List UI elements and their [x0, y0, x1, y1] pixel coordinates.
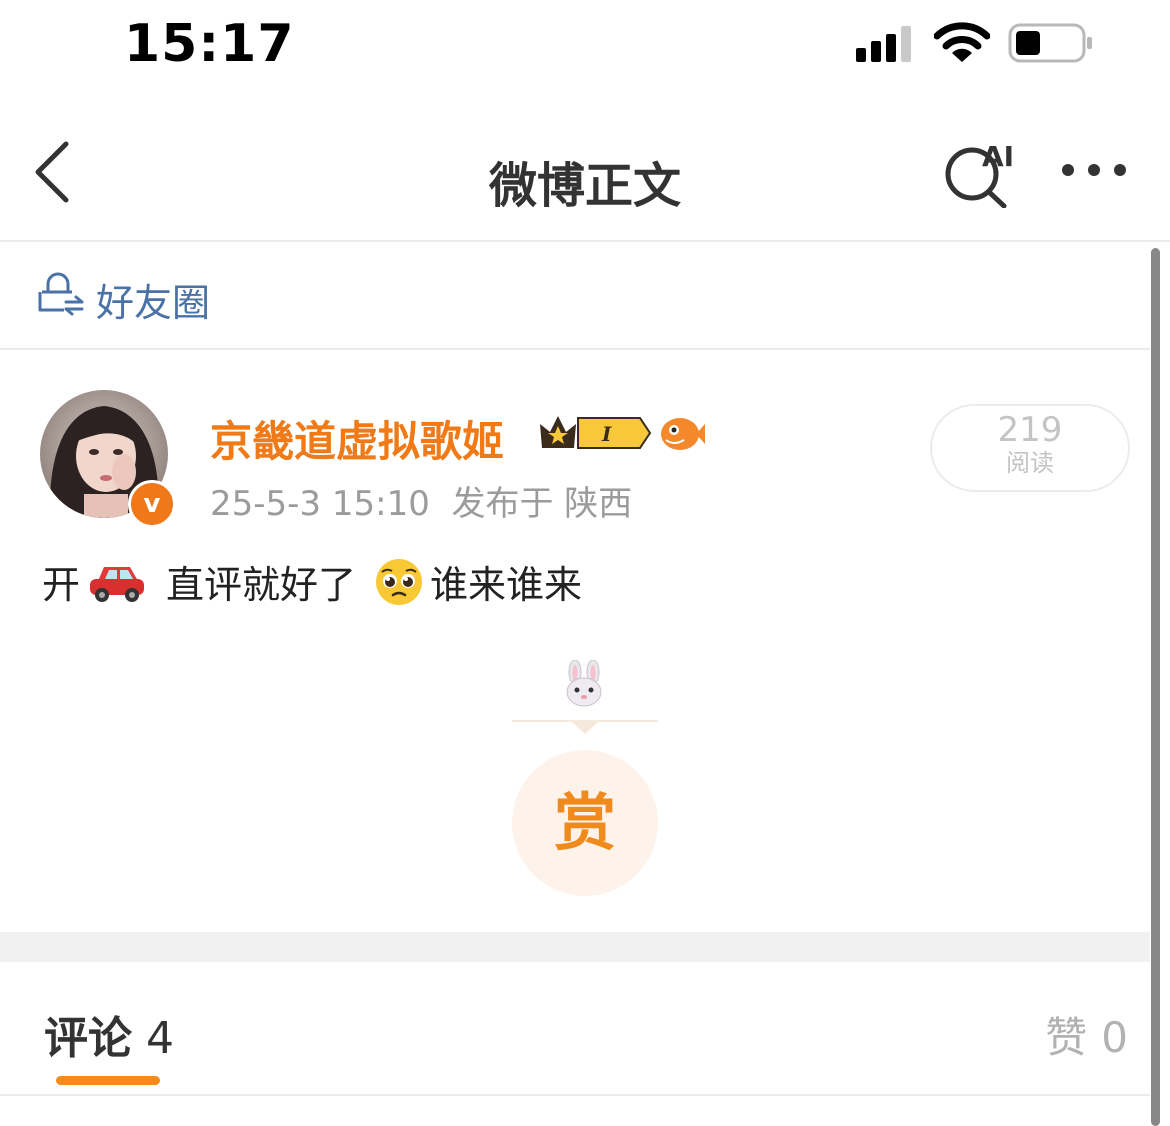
reward-button[interactable]: 赏 — [512, 750, 658, 896]
rabbit-icon — [566, 660, 602, 707]
tab-likes[interactable]: 赞0 — [1045, 1004, 1128, 1065]
post-card: v 京畿道虚拟歌姬 I 25-5-3 15:10 发布于 陕西 219 阅读 开… — [0, 350, 1150, 930]
post-text-part: 开 — [42, 563, 81, 607]
read-count: 219 — [997, 410, 1063, 450]
reward-pointer — [572, 722, 598, 734]
ai-search-icon[interactable]: AI — [942, 136, 1024, 208]
tab-comments-count: 4 — [146, 1013, 174, 1064]
more-icon[interactable] — [1058, 158, 1130, 182]
car-emoji-icon — [90, 566, 145, 602]
battery-icon — [1008, 23, 1092, 63]
author-name[interactable]: 京畿道虚拟歌姬 — [210, 408, 504, 469]
wifi-icon — [934, 22, 990, 62]
status-bar: 15:17 — [0, 0, 1170, 90]
comment-tabs: 评论 4 赞0 — [0, 962, 1150, 1096]
pleading-face-emoji-icon — [376, 558, 423, 605]
fish-icon — [661, 418, 705, 450]
scrollbar[interactable] — [1151, 248, 1160, 1126]
level-badge-text: I — [601, 422, 612, 446]
verified-badge: v — [128, 480, 176, 528]
read-count-box: 219 阅读 — [930, 404, 1130, 492]
crown-level-badge-icon[interactable]: I — [536, 410, 652, 456]
friend-circle-label: 好友圈 — [96, 281, 211, 325]
tab-likes-label: 赞 — [1045, 1013, 1088, 1062]
post-text-part: 谁来谁来 — [430, 563, 583, 607]
status-time: 15:17 — [124, 14, 295, 74]
friend-circle-row[interactable]: 好友圈 — [0, 242, 1150, 350]
post-timestamp-location: 25-5-3 15:10 发布于 陕西 — [210, 484, 633, 524]
read-label: 阅读 — [1006, 449, 1054, 477]
post-text: 开 直评就好了 谁来谁来 — [42, 554, 582, 609]
nav-bar: 微博正文 AI — [0, 110, 1170, 242]
friend-circle-icon — [38, 272, 84, 316]
active-tab-indicator — [56, 1076, 160, 1085]
cellular-signal-icon — [856, 26, 911, 62]
ai-label: AI — [982, 140, 1014, 173]
section-divider — [0, 932, 1150, 962]
tab-comments-label: 评论 — [44, 1013, 132, 1064]
tab-likes-count: 0 — [1101, 1013, 1128, 1062]
post-text-part: 直评就好了 — [166, 563, 357, 607]
reward-area: 赏 — [512, 656, 658, 896]
tab-comments[interactable]: 评论 4 — [44, 1002, 174, 1066]
